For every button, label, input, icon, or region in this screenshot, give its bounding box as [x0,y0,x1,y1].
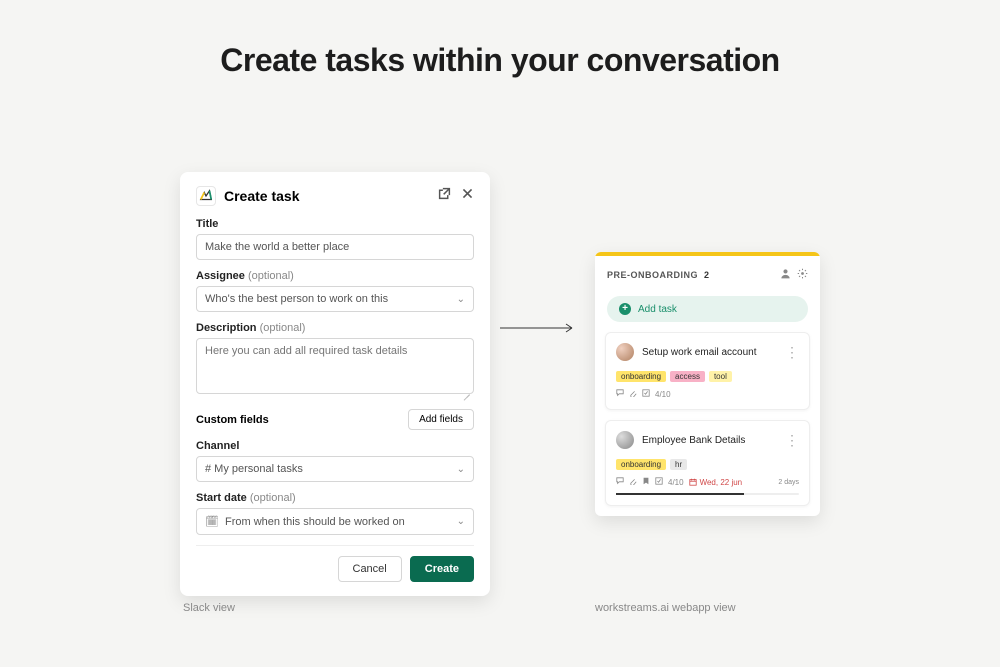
workstreams-app-icon [196,186,216,206]
card-menu-icon[interactable]: ⋮ [785,349,799,356]
assignee-select[interactable]: Who's the best person to work on this ⌄ [196,286,474,312]
description-textarea[interactable] [196,338,474,394]
column-title: PRE-ONBOARDING [607,270,698,280]
chevron-down-icon: ⌄ [457,516,465,527]
task-card[interactable]: Employee Bank Details ⋮ onboarding hr 4/… [605,420,810,506]
page-heading: Create tasks within your conversation [0,42,1000,79]
task-title: Employee Bank Details [642,435,777,446]
due-date: Wed, 22 jun [689,478,743,487]
close-icon[interactable] [461,187,474,205]
plus-icon: + [619,303,631,315]
avatar [616,431,634,449]
chevron-down-icon: ⌄ [457,464,465,475]
avatar [616,343,634,361]
chevron-down-icon: ⌄ [457,294,465,305]
user-icon[interactable] [780,266,791,284]
resize-handle-icon[interactable] [462,387,470,395]
cancel-button[interactable]: Cancel [338,556,402,582]
chat-icon [616,477,624,487]
checklist-icon [655,477,663,487]
custom-fields-label: Custom fields [196,414,269,426]
title-label: Title [196,218,474,230]
add-task-button[interactable]: + Add task [607,296,808,322]
checklist-progress: 4/10 [668,478,684,487]
column-count: 2 [704,270,709,280]
attachment-icon [629,389,637,399]
progress-bar [616,493,799,495]
calendar-icon: 🗓 [205,515,219,528]
task-card[interactable]: Setup work email account ⋮ onboarding ac… [605,332,810,410]
gear-icon[interactable] [797,266,808,284]
checklist-progress: 4/10 [655,390,671,399]
task-title: Setup work email account [642,347,777,358]
checklist-icon [642,389,650,399]
kanban-column: PRE-ONBOARDING 2 + Add task Setup work e… [595,252,820,516]
attachment-icon [629,477,637,487]
start-date-select[interactable]: 🗓 From when this should be worked on ⌄ [196,508,474,535]
card-menu-icon[interactable]: ⋮ [785,437,799,444]
create-task-modal: Create task Title Assignee (optional) Wh… [180,172,490,596]
bookmark-icon [642,477,650,487]
tag: tool [709,371,732,382]
start-date-label: Start date (optional) [196,492,474,504]
tag: access [670,371,705,382]
create-button[interactable]: Create [410,556,474,582]
slack-view-caption: Slack view [183,602,235,614]
tag: hr [670,459,687,470]
webapp-view-caption: workstreams.ai webapp view [595,602,736,614]
channel-select[interactable]: # My personal tasks ⌄ [196,456,474,482]
assignee-label: Assignee (optional) [196,270,474,282]
days-remaining: 2 days [778,479,799,486]
open-external-icon[interactable] [438,187,451,205]
chat-icon [616,389,624,399]
modal-title: Create task [224,188,430,204]
channel-label: Channel [196,440,474,452]
arrow-icon [500,318,580,338]
description-label: Description (optional) [196,322,474,334]
add-fields-button[interactable]: Add fields [408,409,474,430]
title-input[interactable] [196,234,474,260]
tag: onboarding [616,459,666,470]
tag: onboarding [616,371,666,382]
